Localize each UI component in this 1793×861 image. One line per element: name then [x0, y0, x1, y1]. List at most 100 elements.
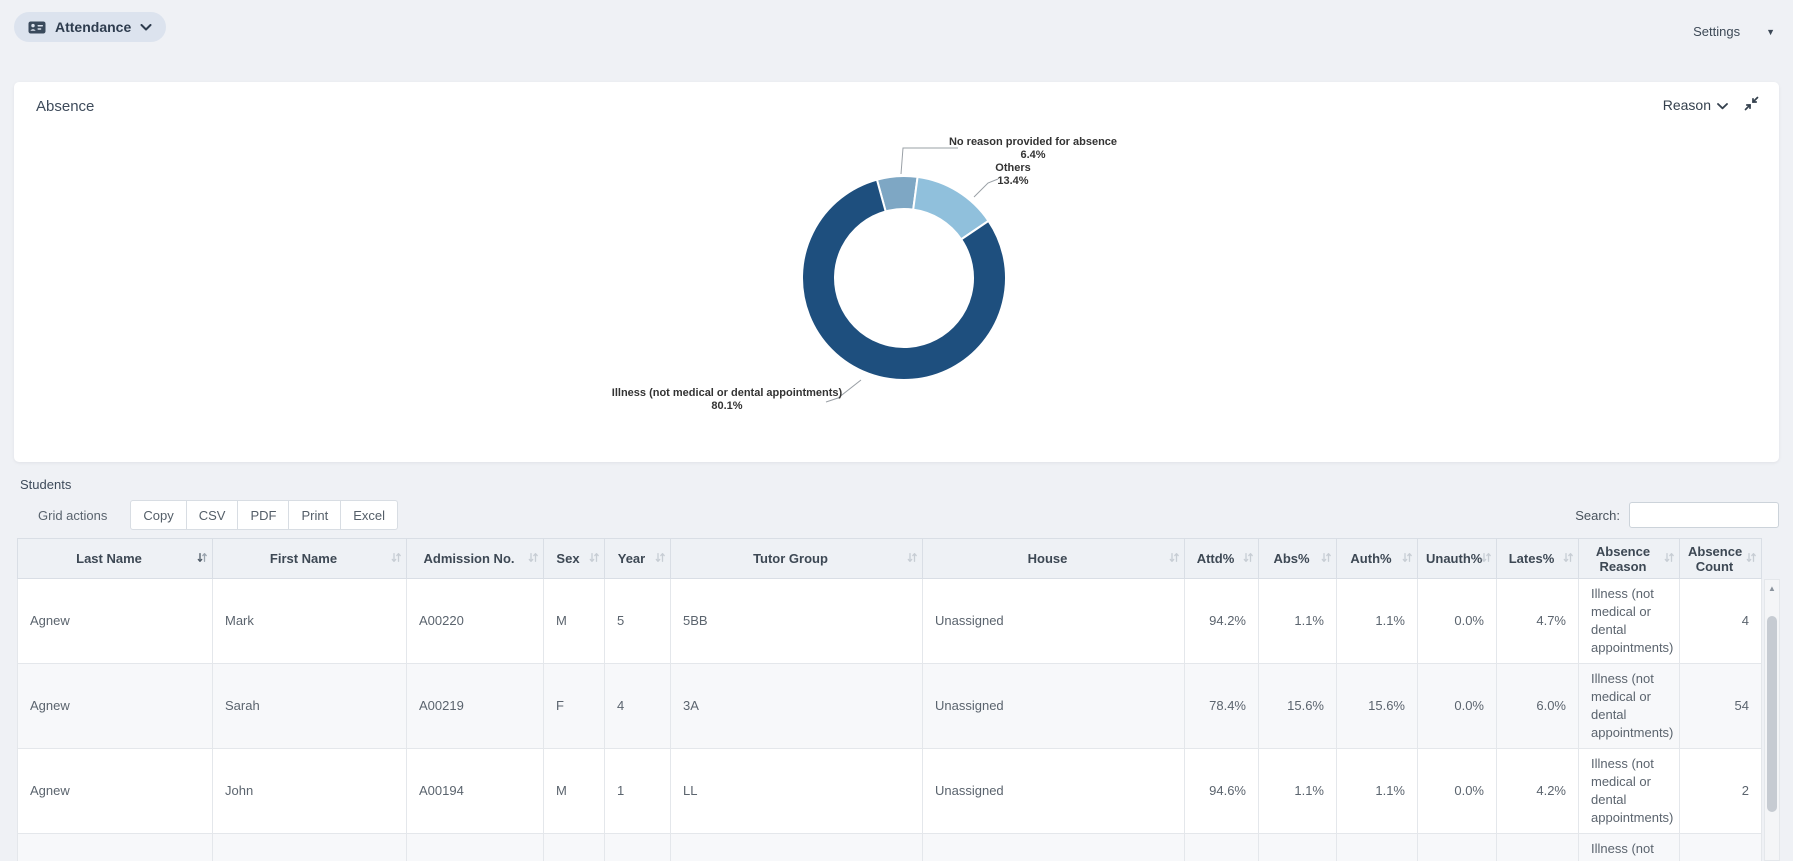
- column-header-label: Sex: [556, 551, 579, 566]
- cell-unauth: 0.0%: [1418, 664, 1497, 749]
- pie-label-name: Others: [963, 162, 1063, 175]
- column-header-label: Year: [618, 551, 645, 566]
- column-header-year[interactable]: Year: [605, 539, 671, 579]
- column-header-label: Absence Reason: [1596, 544, 1650, 574]
- cell-attd: 78.4%: [1185, 664, 1259, 749]
- attendance-dashboard: Attendance Settings ▼ Absence Reason: [0, 0, 1793, 861]
- pie-label-illness: Illness (not medical or dental appointme…: [597, 387, 857, 413]
- cell-lates: 4.2%: [1497, 749, 1579, 834]
- export-button-group: CopyCSVPDFPrintExcel: [130, 500, 398, 530]
- cell-absence-reason: Illness (not medical or dental appointme…: [1579, 664, 1680, 749]
- cell-last-name: Allen: [18, 834, 213, 861]
- cell-unauth: 0.0%: [1418, 749, 1497, 834]
- pie-label-name: No reason provided for absence: [923, 136, 1143, 149]
- column-header-abs[interactable]: Abs%: [1259, 539, 1337, 579]
- search-input[interactable]: [1629, 502, 1779, 528]
- column-header-label: Last Name: [76, 551, 142, 566]
- column-header-lates[interactable]: Lates%: [1497, 539, 1579, 579]
- cell-house: Unassigned: [923, 834, 1185, 861]
- pie-label-no-reason: No reason provided for absence 6.4%: [923, 136, 1143, 162]
- students-section-label: Students: [20, 477, 71, 492]
- scroll-up-button[interactable]: ▲: [1765, 580, 1779, 596]
- cell-absence-count: 2: [1680, 749, 1762, 834]
- cell-abs: 8.5%: [1259, 834, 1337, 861]
- cell-absence-reason: Illness (not medical or dental appointme…: [1579, 579, 1680, 664]
- cell-year: 1: [605, 749, 671, 834]
- column-header-first-name[interactable]: First Name: [213, 539, 407, 579]
- column-header-label: Absence Count: [1688, 544, 1742, 574]
- cell-first-name: Mark: [213, 579, 407, 664]
- settings-link[interactable]: Settings: [1693, 24, 1740, 39]
- pdf-button[interactable]: PDF: [237, 500, 289, 530]
- absence-donut-chart: No reason provided for absence 6.4% Othe…: [14, 82, 1779, 462]
- csv-button[interactable]: CSV: [186, 500, 239, 530]
- cell-absence-count: 4: [1680, 579, 1762, 664]
- cell-tutor-group: 3A: [671, 664, 923, 749]
- sort-icon: [527, 551, 539, 566]
- cell-last-name: Agnew: [18, 664, 213, 749]
- cell-attd: 94.2%: [1185, 579, 1259, 664]
- table-row[interactable]: AgnewSarahA00219F43AUnassigned78.4%15.6%…: [18, 664, 1762, 749]
- column-header-label: First Name: [270, 551, 337, 566]
- column-header-label: Tutor Group: [753, 551, 828, 566]
- sort-icon: [196, 551, 208, 566]
- cell-house: Unassigned: [923, 579, 1185, 664]
- cell-absence-count: 30: [1680, 834, 1762, 861]
- column-header-last-name[interactable]: Last Name: [18, 539, 213, 579]
- sort-icon: [1401, 551, 1413, 566]
- column-header-label: Unauth%: [1426, 551, 1482, 566]
- column-header-auth[interactable]: Auth%: [1337, 539, 1418, 579]
- settings-dropdown-icon[interactable]: ▼: [1766, 27, 1775, 37]
- sort-icon: [1745, 551, 1757, 566]
- column-header-sex[interactable]: Sex: [544, 539, 605, 579]
- cell-last-name: Agnew: [18, 749, 213, 834]
- column-header-absence-reason[interactable]: Absence Reason: [1579, 539, 1680, 579]
- column-header-admission-no[interactable]: Admission No.: [407, 539, 544, 579]
- cell-absence-reason: Illness (not medical or dental appointme…: [1579, 834, 1680, 861]
- cell-first-name: Sarah: [213, 664, 407, 749]
- cell-admission-no: A00220: [407, 579, 544, 664]
- excel-button[interactable]: Excel: [340, 500, 398, 530]
- cell-auth: 8.5%: [1337, 834, 1418, 861]
- column-header-unauth[interactable]: Unauth%: [1418, 539, 1497, 579]
- pie-label-name: Illness (not medical or dental appointme…: [597, 387, 857, 400]
- scrollbar-thumb[interactable]: [1767, 616, 1777, 812]
- search-label: Search:: [1575, 508, 1620, 523]
- absence-card: Absence Reason: [14, 82, 1779, 462]
- pie-label-percent: 80.1%: [597, 400, 857, 413]
- cell-auth: 1.1%: [1337, 579, 1418, 664]
- cell-absence-reason: Illness (not medical or dental appointme…: [1579, 749, 1680, 834]
- cell-sex: M: [544, 579, 605, 664]
- donut-svg: [14, 82, 1779, 462]
- cell-abs: 1.1%: [1259, 749, 1337, 834]
- cell-lates: 1.1%: [1497, 834, 1579, 861]
- cell-tutor-group: 5BB: [671, 579, 923, 664]
- cell-auth: 15.6%: [1337, 664, 1418, 749]
- cell-sex: M: [544, 749, 605, 834]
- column-header-label: Auth%: [1350, 551, 1391, 566]
- column-header-absence-count[interactable]: Absence Count: [1680, 539, 1762, 579]
- view-switcher-attendance[interactable]: Attendance: [14, 12, 166, 42]
- table-row[interactable]: AgnewJohnA00194M1LLUnassigned94.6%1.1%1.…: [18, 749, 1762, 834]
- cell-lates: 4.7%: [1497, 579, 1579, 664]
- print-button[interactable]: Print: [288, 500, 341, 530]
- sort-icon: [906, 551, 918, 566]
- column-header-house[interactable]: House: [923, 539, 1185, 579]
- column-header-tutor-group[interactable]: Tutor Group: [671, 539, 923, 579]
- copy-button[interactable]: Copy: [130, 500, 186, 530]
- cell-house: Unassigned: [923, 664, 1185, 749]
- pie-label-others: Others 13.4%: [963, 162, 1063, 188]
- table-row[interactable]: AllenMeganA00058F66RPUnassigned90.4%8.5%…: [18, 834, 1762, 861]
- sort-icon: [1242, 551, 1254, 566]
- cell-sex: F: [544, 664, 605, 749]
- column-header-attd[interactable]: Attd%: [1185, 539, 1259, 579]
- cell-attd: 90.4%: [1185, 834, 1259, 861]
- cell-attd: 94.6%: [1185, 749, 1259, 834]
- cell-admission-no: A00058: [407, 834, 544, 861]
- table-row[interactable]: AgnewMarkA00220M55BBUnassigned94.2%1.1%1…: [18, 579, 1762, 664]
- cell-absence-count: 54: [1680, 664, 1762, 749]
- cell-lates: 6.0%: [1497, 664, 1579, 749]
- column-header-label: House: [1028, 551, 1068, 566]
- table-scrollbar[interactable]: ▲: [1764, 579, 1780, 861]
- grid-actions-button[interactable]: Grid actions: [25, 500, 120, 530]
